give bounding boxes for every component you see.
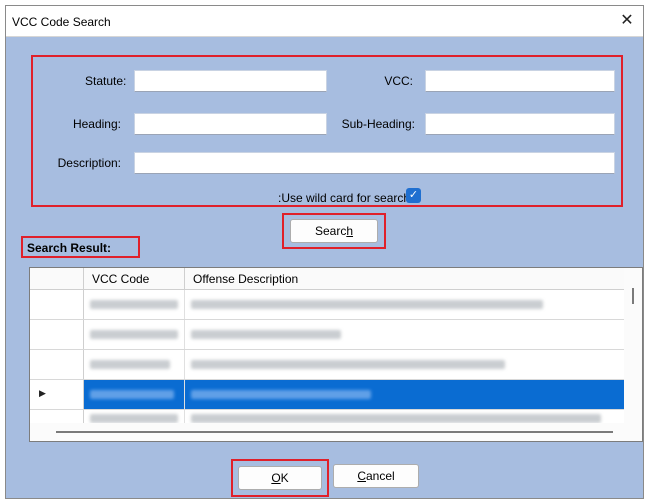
vcc-code-cell bbox=[84, 410, 185, 423]
row-header[interactable] bbox=[30, 320, 84, 349]
row-header[interactable] bbox=[30, 290, 84, 319]
row-header[interactable]: ▶ bbox=[30, 380, 84, 409]
current-row-arrow-icon: ▶ bbox=[39, 388, 46, 398]
vcc-label: VCC: bbox=[384, 74, 413, 88]
column-header-vcc-code[interactable]: VCC Code bbox=[84, 268, 185, 290]
statute-input[interactable] bbox=[134, 70, 327, 92]
column-header-offense-description[interactable]: Offense Description bbox=[185, 268, 624, 290]
vcc-code-search-dialog: VCC Code Search ✕ Statute: VCC: Heading:… bbox=[5, 5, 644, 499]
row-header-corner bbox=[30, 268, 84, 290]
offense-description-cell bbox=[185, 290, 624, 319]
heading-label: Heading: bbox=[72, 117, 121, 131]
ok-button[interactable]: OK bbox=[238, 466, 322, 490]
wildcard-label: :Use wild card for search bbox=[278, 191, 411, 205]
ok-button-highlight: OK bbox=[231, 459, 329, 497]
dialog-title: VCC Code Search bbox=[12, 15, 111, 29]
results-grid[interactable]: VCC Code Offense Description ▶ bbox=[29, 267, 643, 442]
statute-label: Statute: bbox=[85, 74, 127, 88]
row-header[interactable] bbox=[30, 410, 84, 423]
horizontal-scroll-thumb[interactable] bbox=[56, 431, 613, 433]
table-row[interactable] bbox=[30, 410, 624, 423]
vcc-code-cell bbox=[84, 290, 185, 319]
vcc-code-cell bbox=[84, 350, 185, 379]
heading-input[interactable] bbox=[134, 113, 327, 135]
table-row[interactable] bbox=[30, 290, 624, 320]
offense-description-cell bbox=[185, 350, 624, 379]
table-row[interactable] bbox=[30, 320, 624, 350]
wildcard-checkbox[interactable]: ✓ bbox=[406, 188, 421, 203]
search-button-highlight: Search bbox=[282, 213, 386, 249]
table-row[interactable] bbox=[30, 350, 624, 380]
title-bar: VCC Code Search ✕ bbox=[6, 6, 643, 37]
horizontal-scrollbar[interactable] bbox=[30, 423, 642, 441]
vcc-code-cell bbox=[84, 320, 185, 349]
table-row-selected[interactable]: ▶ bbox=[30, 380, 624, 410]
search-result-highlight: Search Result: bbox=[21, 236, 140, 258]
vertical-scroll-thumb[interactable] bbox=[632, 288, 634, 304]
vcc-code-cell bbox=[84, 380, 185, 409]
close-icon[interactable]: ✕ bbox=[615, 9, 639, 33]
search-button[interactable]: Search bbox=[290, 219, 378, 243]
offense-description-cell bbox=[185, 410, 624, 423]
subheading-label: Sub-Heading: bbox=[341, 117, 415, 131]
vcc-input[interactable] bbox=[425, 70, 615, 92]
description-label: Description: bbox=[57, 156, 121, 170]
subheading-input[interactable] bbox=[425, 113, 615, 135]
search-result-title: Search Result: bbox=[27, 241, 112, 255]
grid-header: VCC Code Offense Description bbox=[30, 268, 642, 290]
cancel-button[interactable]: Cancel bbox=[333, 464, 419, 488]
description-input[interactable] bbox=[134, 152, 615, 174]
row-header[interactable] bbox=[30, 350, 84, 379]
offense-description-cell bbox=[185, 380, 624, 409]
search-criteria-panel: Statute: VCC: Heading: Sub-Heading: Desc… bbox=[31, 55, 623, 207]
offense-description-cell bbox=[185, 320, 624, 349]
vertical-scrollbar[interactable] bbox=[624, 268, 642, 423]
